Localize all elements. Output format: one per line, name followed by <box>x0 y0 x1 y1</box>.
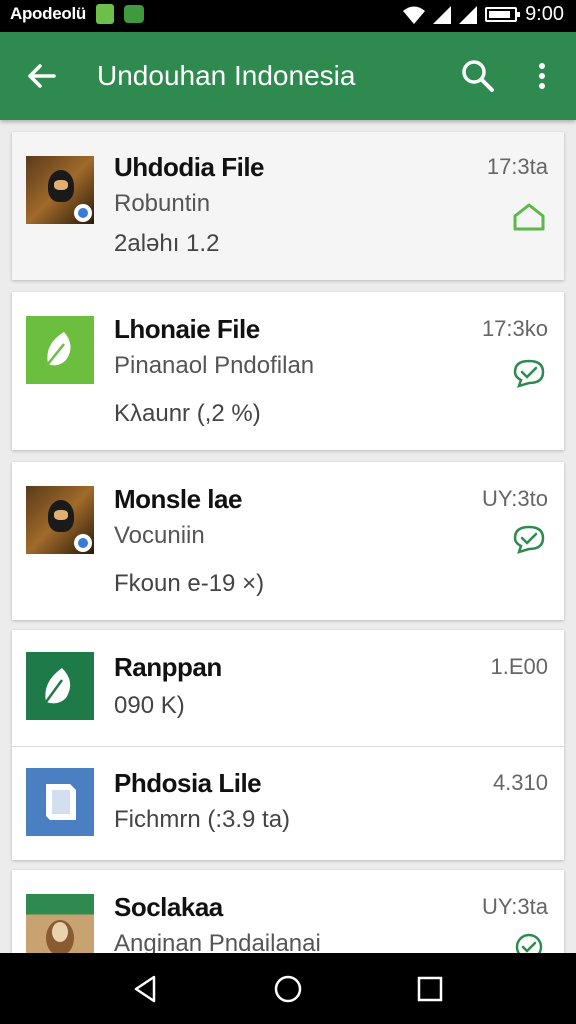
app-bar: Undouhan Indonesia <box>0 32 576 120</box>
item-detail: 090 K) <box>114 692 185 719</box>
list-item[interactable]: Soclakaa Anginan Pndailanai UY:3ta <box>12 870 564 953</box>
more-options-icon[interactable] <box>528 56 556 96</box>
check-circle-icon <box>515 933 543 953</box>
notification-app-icon <box>95 4 114 24</box>
item-title: Soclakaa <box>114 892 223 922</box>
chat-check-icon <box>513 359 545 388</box>
wifi-icon <box>403 6 426 24</box>
item-subtitle: Vocuniin <box>114 522 205 549</box>
item-time: 17:3ta <box>486 154 548 179</box>
document-icon <box>26 768 94 836</box>
item-title: Phdosia Lile <box>114 768 262 798</box>
item-title: Lhonaie File <box>114 314 260 344</box>
leaf-app-icon <box>26 652 94 720</box>
system-navigation-bar <box>0 953 576 1024</box>
nav-recents-icon[interactable] <box>412 971 448 1007</box>
list-item[interactable]: Lhonaie File Pinanaol Pndofilan Kλaunr (… <box>12 292 564 450</box>
list-group: Ranppan 090 K) 1.E00 Phdosia Lile Fichmr… <box>12 630 564 860</box>
status-time: 9:00 <box>525 3 564 25</box>
item-detail: Fkoun e-19 ×) <box>114 570 265 597</box>
item-time: 17:3ko <box>481 316 548 341</box>
nav-back-icon[interactable] <box>128 971 164 1007</box>
signal-icon <box>433 5 452 24</box>
home-icon <box>513 203 545 231</box>
battery-icon <box>485 7 521 22</box>
item-detail: 2aləhı 1.2 <box>114 230 220 257</box>
item-time: UY:3ta <box>481 894 548 919</box>
list-item[interactable]: Ranppan 090 K) 1.E00 <box>12 630 564 746</box>
book-cover-thumbnail <box>26 894 94 953</box>
nav-home-icon[interactable] <box>270 971 306 1007</box>
chat-check-icon <box>513 525 545 554</box>
divider <box>12 746 564 747</box>
item-subtitle: Robuntin <box>114 190 211 217</box>
item-detail: Fichmrn (:3.9 ta) <box>114 806 291 833</box>
notification-chat-icon <box>123 5 144 23</box>
item-title: Ranppan <box>114 652 222 682</box>
movie-poster-thumbnail <box>26 486 94 554</box>
list-item[interactable]: Uhdodia File Robuntin 2aləhı 1.2 17:3ta <box>12 132 564 280</box>
download-list: Uhdodia File Robuntin 2aləhı 1.2 17:3ta … <box>0 120 576 953</box>
status-bar: Apodeolü 9:00 <box>0 0 576 32</box>
movie-poster-thumbnail <box>26 156 94 224</box>
item-time: 1.E00 <box>490 654 549 679</box>
item-subtitle: Anginan Pndailanai <box>114 930 321 953</box>
list-item[interactable]: Phdosia Lile Fichmrn (:3.9 ta) 4.310 <box>12 746 564 860</box>
app-title: Undouhan Indonesia <box>97 60 356 91</box>
status-app-name: Apodeolü <box>10 4 86 23</box>
list-item[interactable]: Monsle lae Vocuniin Fkoun e-19 ×) UY:3to <box>12 462 564 620</box>
item-title: Monsle lae <box>114 484 242 514</box>
item-detail: Kλaunr (,2 %) <box>114 400 261 427</box>
item-title: Uhdodia File <box>114 152 265 182</box>
item-time: 4.310 <box>492 770 548 795</box>
search-icon[interactable] <box>458 56 498 96</box>
signal-icon-2 <box>459 5 478 24</box>
leaf-app-icon <box>26 316 94 384</box>
item-time: UY:3to <box>481 486 548 511</box>
item-subtitle: Pinanaol Pndofilan <box>114 352 315 379</box>
back-arrow-icon[interactable] <box>22 56 62 96</box>
